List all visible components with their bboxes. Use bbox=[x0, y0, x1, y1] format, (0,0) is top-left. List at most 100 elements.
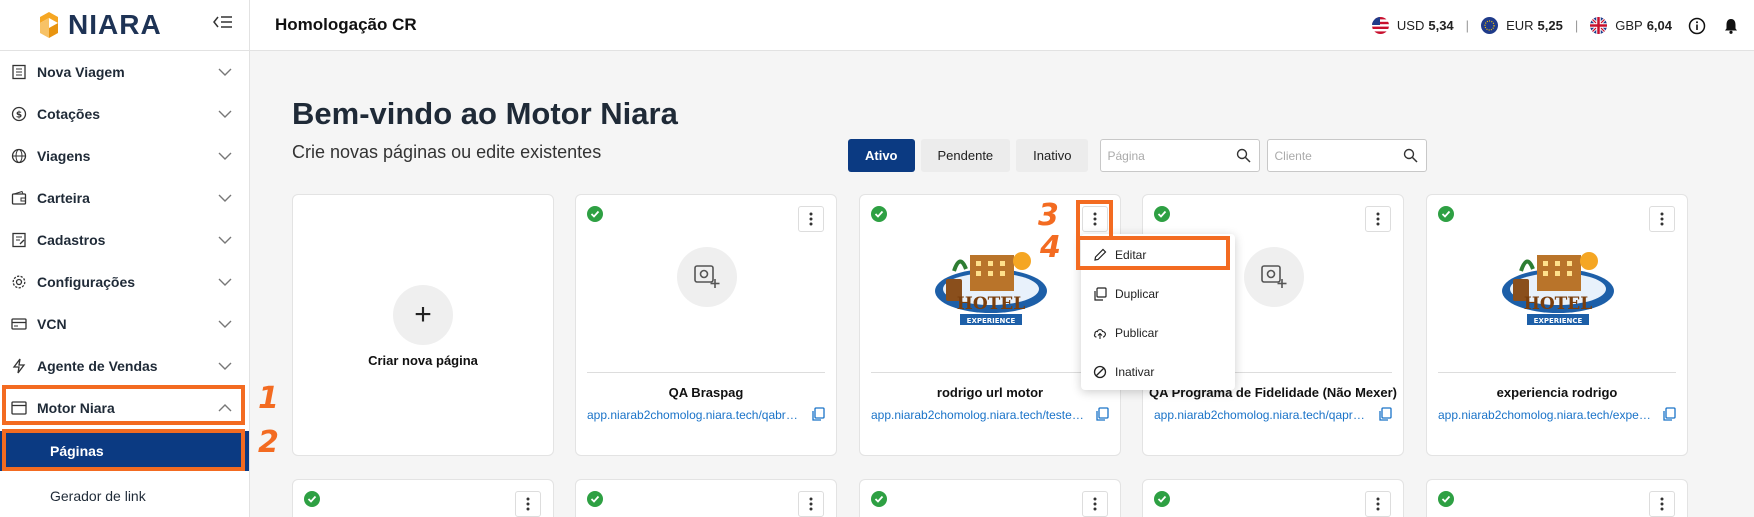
currency-value: 6,04 bbox=[1646, 18, 1672, 33]
hotel-experience-logo-icon: HOTEL EXPERIENCE bbox=[1502, 252, 1614, 325]
copy-icon[interactable] bbox=[1378, 407, 1392, 421]
filter-inativo-button[interactable]: Inativo bbox=[1016, 139, 1089, 172]
sidebar-item-label: Cotações bbox=[37, 106, 101, 122]
currency-gbp: GBP 6,04 bbox=[1590, 17, 1672, 34]
page-card[interactable] bbox=[575, 479, 837, 517]
search-icon[interactable] bbox=[1403, 148, 1419, 163]
card-icon bbox=[10, 315, 28, 333]
sidebar-item-label: Agente de Vendas bbox=[37, 358, 158, 374]
sidebar-item-motor-niara[interactable]: Motor Niara bbox=[0, 387, 249, 429]
sidebar-item-configuracoes[interactable]: Configurações bbox=[0, 261, 249, 303]
page-search-placeholder: Página bbox=[1107, 149, 1145, 163]
separator: | bbox=[1465, 18, 1470, 33]
copy-icon[interactable] bbox=[1662, 407, 1676, 421]
sidebar-subitem-gerador-de-link[interactable]: Gerador de link bbox=[0, 476, 249, 516]
dropdown-inactivate-label: Inativar bbox=[1115, 365, 1155, 379]
currency-rates: USD 5,34 | EUR 5,25 | GBP 6,04 bbox=[1371, 0, 1740, 51]
card-url-link[interactable]: app.niarab2chomolog.niara.tech/teste-rod… bbox=[871, 408, 1086, 422]
sidebar-item-nova-viagem[interactable]: Nova Viagem bbox=[0, 51, 249, 93]
kebab-menu-button[interactable] bbox=[1649, 491, 1675, 517]
page-card[interactable] bbox=[859, 479, 1121, 517]
create-page-card[interactable]: + Criar nova página bbox=[292, 194, 554, 456]
currency-value: 5,25 bbox=[1537, 18, 1563, 33]
active-check-icon bbox=[587, 491, 603, 507]
kebab-menu-button[interactable] bbox=[1365, 206, 1391, 232]
main-content: Bem-vindo ao Motor Niara Crie novas pági… bbox=[250, 52, 1754, 517]
chevron-down-icon bbox=[218, 362, 232, 370]
sidebar-item-agente-de-vendas[interactable]: Agente de Vendas bbox=[0, 345, 249, 387]
active-check-icon bbox=[587, 206, 603, 222]
dropdown-duplicate-item[interactable]: Duplicar bbox=[1081, 280, 1235, 308]
dropdown-inactivate-item[interactable]: Inativar bbox=[1081, 358, 1235, 386]
welcome-subheading: Crie novas páginas ou edite existentes bbox=[292, 142, 602, 162]
currency-value: 5,34 bbox=[1428, 18, 1454, 33]
kebab-menu-button[interactable] bbox=[798, 206, 824, 232]
dropdown-publish-label: Publicar bbox=[1115, 326, 1159, 340]
chevron-up-icon bbox=[218, 404, 232, 412]
sidebar-subitem-paginas[interactable]: Páginas bbox=[0, 431, 249, 471]
sidebar-item-carteira[interactable]: Carteira bbox=[0, 177, 249, 219]
page-card[interactable] bbox=[1142, 479, 1404, 517]
filter-pendente-button[interactable]: Pendente bbox=[920, 139, 1011, 172]
card-title: QA Braspag bbox=[668, 385, 744, 400]
sidebar-item-viagens[interactable]: Viagens bbox=[0, 135, 249, 177]
block-icon bbox=[1093, 365, 1107, 379]
page-card[interactable] bbox=[292, 479, 554, 517]
currency-code: USD bbox=[1396, 18, 1425, 33]
sidebar-item-vcn[interactable]: VCN bbox=[0, 303, 249, 345]
info-icon[interactable] bbox=[1688, 17, 1706, 35]
collapse-sidebar-icon[interactable] bbox=[211, 13, 235, 35]
kebab-menu-button[interactable] bbox=[515, 491, 541, 517]
copy-icon[interactable] bbox=[811, 407, 825, 421]
duplicate-icon bbox=[1094, 287, 1107, 301]
dropdown-edit-item[interactable]: Editar bbox=[1081, 241, 1235, 269]
sidebar-item-cadastros[interactable]: Cadastros bbox=[0, 219, 249, 261]
search-icon[interactable] bbox=[1236, 148, 1252, 163]
svg-text:$: $ bbox=[16, 111, 22, 121]
annotation-number-3: 3 bbox=[1038, 198, 1059, 233]
filter-bar: Ativo Pendente Inativo Página Cliente bbox=[848, 139, 1428, 172]
currency-code: EUR bbox=[1506, 18, 1534, 33]
chevron-down-icon bbox=[218, 278, 232, 286]
kebab-menu-button[interactable] bbox=[798, 491, 824, 517]
kebab-menu-button[interactable] bbox=[1649, 206, 1675, 232]
filter-ativo-button[interactable]: Ativo bbox=[848, 139, 915, 172]
card-actions-dropdown: Editar Duplicar Publicar Inativar bbox=[1081, 234, 1235, 390]
page-card[interactable] bbox=[1426, 479, 1688, 517]
top-bar: Homologação CR USD 5,34 | EUR 5,25 | GBP… bbox=[250, 0, 1754, 51]
separator: | bbox=[1574, 18, 1579, 33]
eu-flag-icon bbox=[1481, 17, 1499, 34]
logo-area: NIARA bbox=[0, 0, 249, 51]
bolt-icon bbox=[10, 357, 28, 375]
card-url-link[interactable]: app.niarab2chomolog.niara.tech/experienc… bbox=[1438, 408, 1653, 422]
sidebar-item-cotacoes[interactable]: $ Cotações bbox=[0, 93, 249, 135]
cloud-upload-icon bbox=[1093, 329, 1106, 339]
dropdown-publish-item[interactable]: Publicar bbox=[1081, 319, 1235, 347]
active-check-icon bbox=[1154, 206, 1170, 222]
card-divider bbox=[1438, 372, 1676, 373]
sidebar-item-label: Nova Viagem bbox=[37, 64, 125, 80]
active-check-icon bbox=[1438, 491, 1454, 507]
card-url-link[interactable]: app.niarab2chomolog.niara.tech/qaprogram… bbox=[1154, 408, 1369, 422]
pencil-icon bbox=[1094, 248, 1107, 261]
kebab-menu-button[interactable] bbox=[1082, 206, 1108, 232]
sidebar: NIARA Nova Viagem $ Cotações Viagens Car… bbox=[0, 0, 250, 517]
bell-icon[interactable] bbox=[1722, 17, 1740, 35]
page-search-input[interactable]: Página bbox=[1100, 139, 1261, 172]
sidebar-item-label: Configurações bbox=[37, 274, 136, 290]
app-root: NIARA Nova Viagem $ Cotações Viagens Car… bbox=[0, 0, 1754, 517]
image-placeholder-icon bbox=[677, 247, 737, 307]
page-card[interactable]: HOTEL EXPERIENCE experiencia rodrigo app… bbox=[1426, 194, 1688, 456]
hotel-logo-line2: EXPERIENCE bbox=[1534, 317, 1583, 325]
page-card[interactable]: QA Braspag app.niarab2chomolog.niara.tec… bbox=[575, 194, 837, 456]
copy-icon[interactable] bbox=[1095, 407, 1109, 421]
hotel-logo-line2: EXPERIENCE bbox=[967, 317, 1016, 325]
dropdown-duplicate-label: Duplicar bbox=[1115, 287, 1160, 301]
kebab-menu-button[interactable] bbox=[1082, 491, 1108, 517]
wallet-icon bbox=[10, 189, 28, 207]
client-search-input[interactable]: Cliente bbox=[1267, 139, 1428, 172]
chevron-down-icon bbox=[218, 194, 232, 202]
kebab-menu-button[interactable] bbox=[1365, 491, 1391, 517]
brand-name: NIARA bbox=[68, 9, 162, 40]
card-url-link[interactable]: app.niarab2chomolog.niara.tech/qabraspag bbox=[587, 408, 802, 422]
